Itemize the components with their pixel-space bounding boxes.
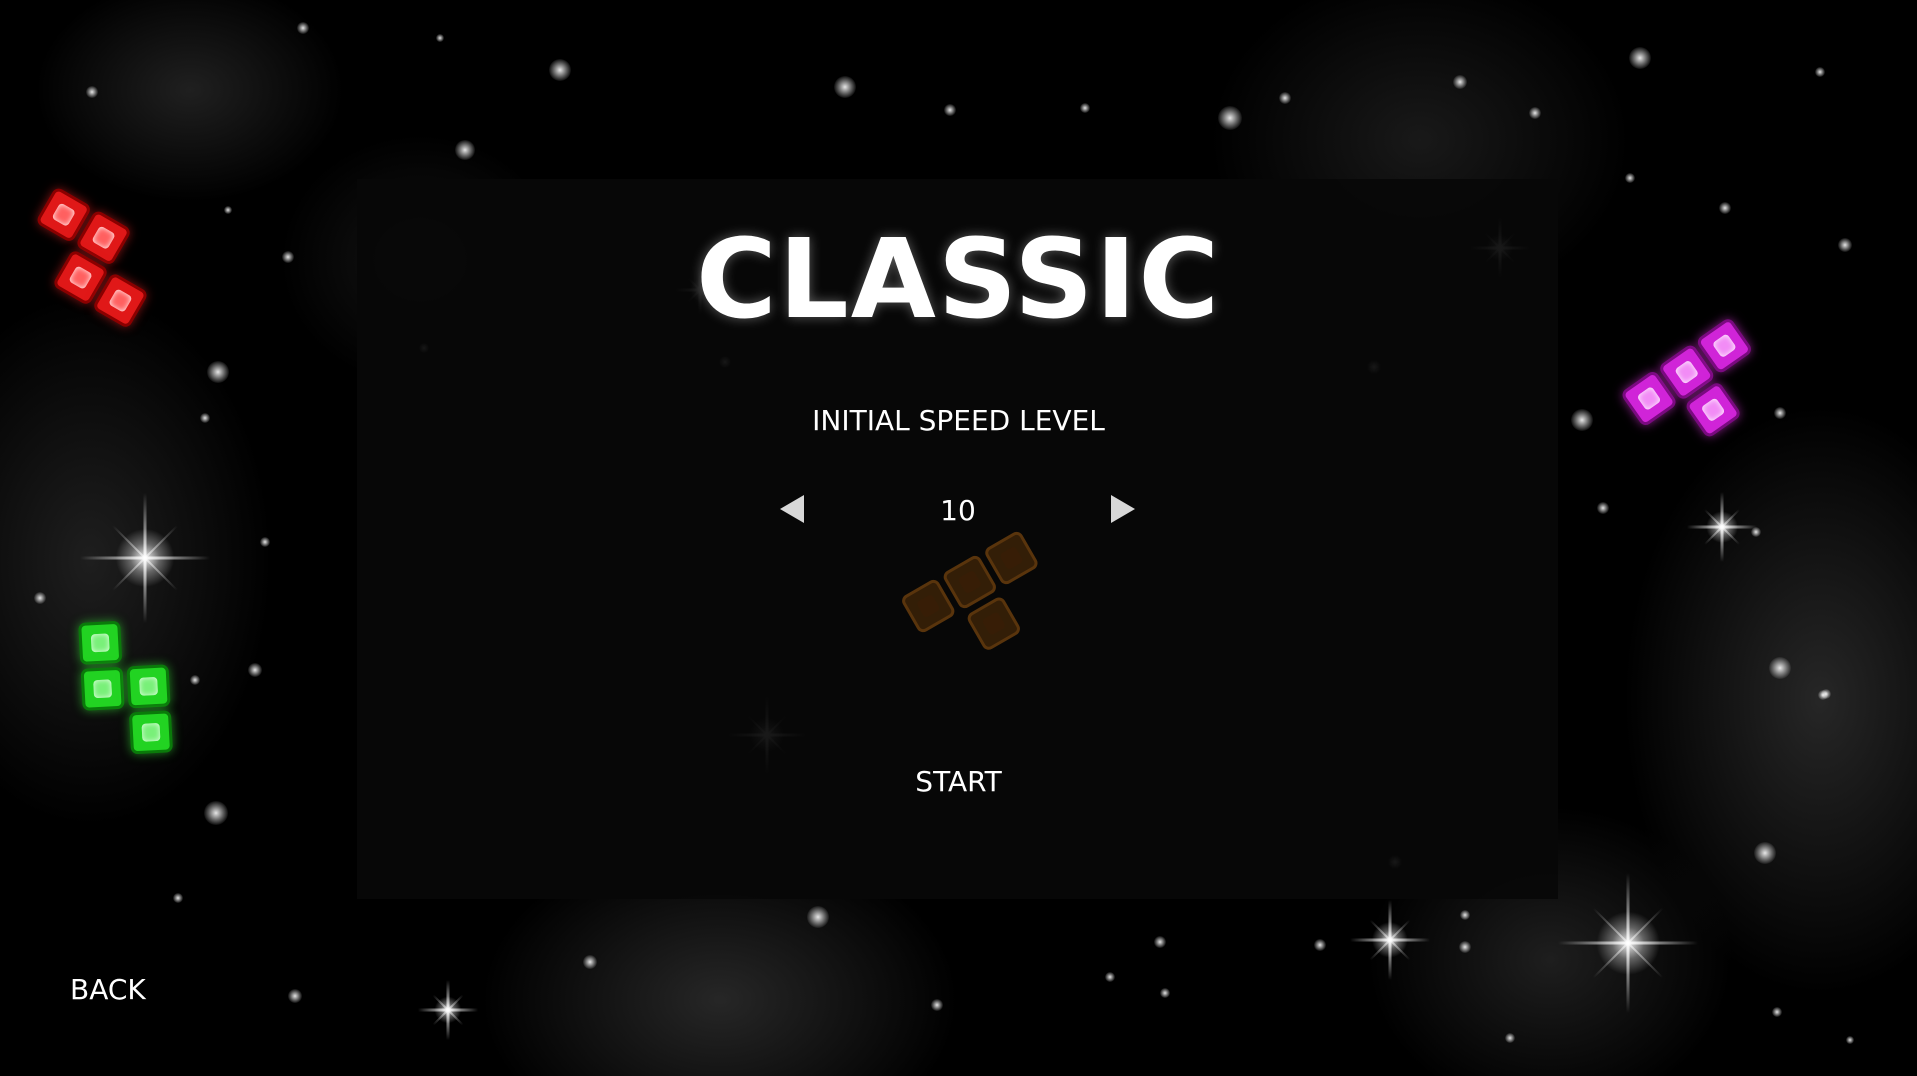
- star-dot: [1597, 502, 1609, 514]
- star-dot: [297, 22, 309, 34]
- star-dot: [1772, 1007, 1782, 1017]
- star-dot: [204, 801, 228, 825]
- star-dot: [1846, 1036, 1854, 1044]
- start-button[interactable]: START: [880, 762, 1037, 802]
- game-menu-screen: CLASSIC INITIAL SPEED LEVEL 10 START BAC…: [0, 0, 1917, 1076]
- star-dot: [1818, 690, 1828, 700]
- star-dot: [1105, 972, 1115, 982]
- speed-level-value: 10: [940, 494, 976, 527]
- star-dot: [1453, 75, 1467, 89]
- star-dot: [1629, 47, 1651, 69]
- star-dot: [1505, 1033, 1515, 1043]
- star-dot: [207, 361, 229, 383]
- star-dot: [1279, 92, 1291, 104]
- star-dot: [931, 999, 943, 1011]
- star-dot: [1314, 939, 1326, 951]
- speed-level-label: INITIAL SPEED LEVEL: [812, 404, 1105, 437]
- star-dot: [1160, 988, 1170, 998]
- star-dot: [1459, 941, 1471, 953]
- star-dot: [34, 592, 46, 604]
- back-button[interactable]: BACK: [70, 970, 170, 1010]
- star-dot: [436, 34, 444, 42]
- triangle-left-icon[interactable]: [780, 495, 804, 523]
- star-dot: [807, 906, 829, 928]
- star-dot: [834, 76, 856, 98]
- star-dot: [1625, 173, 1635, 183]
- star-dot: [1751, 527, 1761, 537]
- star-dot: [1218, 106, 1242, 130]
- mode-title: CLASSIC: [695, 215, 1222, 343]
- star-dot: [1815, 67, 1825, 77]
- star-dot: [248, 663, 262, 677]
- star-dot: [1460, 910, 1470, 920]
- star-dot: [288, 989, 302, 1003]
- star-dot: [549, 59, 571, 81]
- star-dot: [224, 206, 232, 214]
- star-dot: [1080, 103, 1090, 113]
- star-dot: [1529, 107, 1541, 119]
- star-dot: [944, 104, 956, 116]
- star-dot: [583, 955, 597, 969]
- star-dot: [86, 86, 98, 98]
- star-dot: [455, 140, 475, 160]
- triangle-right-icon[interactable]: [1111, 495, 1135, 523]
- green-tetromino-decor: [78, 617, 196, 773]
- star-dot: [260, 537, 270, 547]
- star-dot: [173, 893, 183, 903]
- star-dot: [1719, 202, 1731, 214]
- star-dot: [1769, 657, 1791, 679]
- star-dot: [1754, 842, 1776, 864]
- star-dot: [1154, 936, 1166, 948]
